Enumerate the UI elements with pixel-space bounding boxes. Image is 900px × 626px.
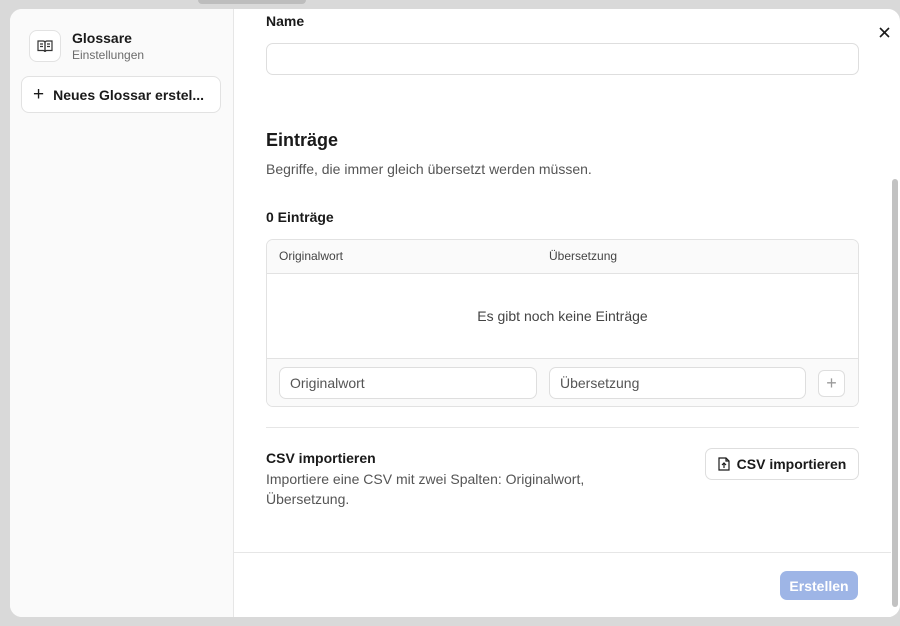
- scrollbar-thumb[interactable]: [892, 179, 898, 607]
- close-button[interactable]: [875, 23, 893, 41]
- close-icon: [878, 26, 890, 38]
- csv-import-button-label: CSV importieren: [736, 456, 847, 472]
- plus-icon: +: [826, 373, 837, 393]
- entries-heading: Einträge: [266, 130, 339, 150]
- new-glossary-button[interactable]: + Neues Glossar erstel...: [21, 76, 221, 113]
- empty-state-message: Es gibt noch keine Einträge: [477, 307, 648, 324]
- file-upload-icon: [718, 457, 730, 471]
- translation-input[interactable]: [549, 367, 806, 399]
- sidebar: Glossare Einstellungen + Neues Glossar e…: [10, 9, 234, 617]
- background-window-edge: [198, 0, 306, 4]
- book-open-icon: [29, 30, 61, 62]
- sidebar-title: Glossare: [72, 30, 132, 46]
- column-header-translation: Übersetzung: [549, 249, 618, 263]
- entries-description: Begriffe, die immer gleich übersetzt wer…: [266, 161, 592, 177]
- entries-table: Originalwort Übersetzung Es gibt noch ke…: [266, 239, 859, 407]
- section-divider: [266, 427, 859, 428]
- plus-icon: +: [33, 84, 45, 105]
- glossary-dialog: Glossare Einstellungen + Neues Glossar e…: [10, 9, 900, 617]
- create-button[interactable]: Erstellen: [780, 571, 858, 600]
- original-word-input[interactable]: [279, 367, 537, 399]
- name-input[interactable]: [266, 43, 859, 75]
- name-label: Name: [266, 13, 305, 29]
- dialog-footer: Erstellen: [234, 552, 891, 617]
- csv-import-button[interactable]: CSV importieren: [705, 448, 859, 480]
- sidebar-subtitle: Einstellungen: [72, 48, 145, 62]
- entries-count: 0 Einträge: [266, 209, 334, 225]
- add-entry-row: +: [267, 358, 858, 406]
- table-header: Originalwort Übersetzung: [267, 240, 858, 274]
- csv-import-title: CSV importieren: [266, 450, 376, 466]
- column-header-original: Originalwort: [279, 249, 344, 263]
- sidebar-header: Glossare Einstellungen: [29, 29, 144, 63]
- new-glossary-label: Neues Glossar erstel...: [53, 86, 205, 103]
- add-entry-button[interactable]: +: [818, 370, 845, 397]
- csv-import-description: Importiere eine CSV mit zwei Spalten: Or…: [266, 471, 585, 507]
